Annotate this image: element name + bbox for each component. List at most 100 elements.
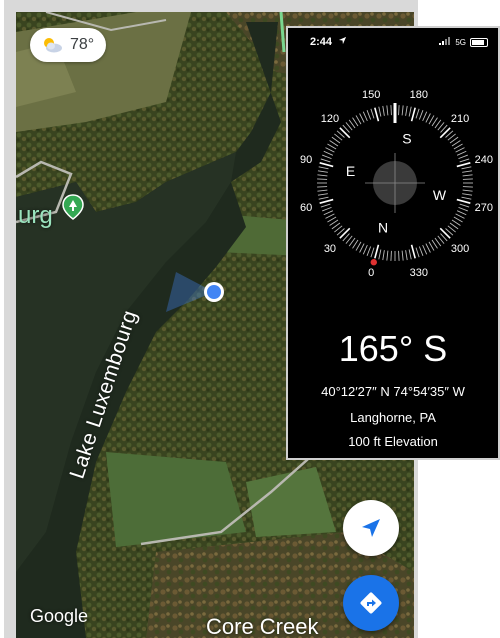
cardinal-north: N	[378, 219, 388, 235]
degree-label: 30	[324, 243, 336, 255]
dial-tick	[382, 105, 385, 116]
dial-tick	[318, 196, 329, 200]
dial-tick	[359, 113, 365, 123]
dial-tick	[410, 244, 416, 259]
north-marker	[370, 259, 377, 266]
dial-tick	[439, 127, 451, 139]
dial-tick	[325, 213, 335, 219]
dial-tick	[329, 219, 339, 226]
heading-readout: 165° S	[338, 328, 448, 369]
dial-tick	[378, 249, 382, 260]
dial-tick	[405, 250, 408, 261]
dial-tick	[317, 193, 328, 196]
my-location-button[interactable]	[343, 500, 399, 556]
dial-tick	[455, 213, 465, 219]
dial-tick	[418, 246, 424, 256]
dial-tick	[415, 108, 420, 119]
compass-screen: 2:44 5G 0 30 60 90 120 150 180 210 240 270 300 330 N…	[286, 26, 500, 460]
dial-tick	[366, 110, 372, 120]
dial-tick	[322, 154, 332, 160]
dial-tick	[382, 250, 385, 261]
dial-tick	[431, 239, 438, 249]
dial-tick	[352, 117, 359, 127]
dial-tick	[362, 244, 368, 255]
dial-tick	[408, 106, 412, 117]
dial-tick	[318, 166, 329, 170]
degree-label: 180	[410, 89, 428, 101]
dial-tick	[355, 241, 362, 251]
dial-tick	[390, 250, 392, 261]
compass-dial[interactable]: 0 30 60 90 120 150 180 210 240 270 300 330 N E S W	[288, 78, 500, 328]
dial-tick	[418, 110, 424, 120]
dial-tick	[370, 108, 375, 119]
dial-tick	[325, 147, 335, 153]
dial-tick	[386, 250, 389, 261]
degree-label: 270	[475, 202, 493, 214]
dial-tick	[398, 250, 400, 261]
dial-tick	[317, 170, 328, 173]
degree-label: 330	[410, 267, 428, 279]
dial-tick	[327, 143, 337, 150]
dial-tick	[462, 189, 473, 192]
cardinal-east: E	[346, 163, 355, 179]
degree-label: 210	[451, 113, 469, 125]
dial-tick	[319, 198, 334, 204]
dial-tick	[456, 150, 467, 156]
dial-tick	[359, 243, 365, 253]
partly-cloudy-icon	[40, 35, 64, 55]
dial-tick	[451, 140, 461, 147]
degree-label: 240	[475, 154, 493, 166]
dial-tick	[455, 147, 465, 153]
dial-tick	[317, 189, 328, 192]
dial-tick	[322, 206, 332, 212]
dial-tick	[366, 246, 372, 256]
dial-tick	[428, 241, 435, 251]
weather-chip[interactable]: 78°	[30, 28, 107, 62]
google-attribution: Google	[30, 606, 89, 626]
dial-tick	[425, 113, 431, 123]
dial-tick	[408, 249, 412, 260]
dial-tick	[362, 111, 368, 122]
dial-tick	[456, 162, 471, 168]
status-time: 2:44	[310, 36, 333, 48]
degree-label: 60	[300, 202, 312, 214]
coordinates-readout: 40°12′27″ N 74°54′35″ W	[321, 384, 465, 399]
degree-label: 300	[451, 243, 469, 255]
park-pin-icon[interactable]	[62, 194, 84, 220]
dial-tick	[461, 196, 472, 200]
battery-icon	[470, 37, 488, 47]
directions-button[interactable]	[343, 575, 399, 631]
navigation-arrow-icon	[362, 519, 380, 537]
dial-tick	[378, 106, 382, 117]
core-creek-label: Core Creek	[206, 614, 319, 638]
dial-tick	[401, 105, 404, 116]
dial-tick	[401, 250, 404, 261]
dial-tick	[422, 111, 428, 122]
dial-tick	[462, 174, 473, 177]
dial-tick	[405, 105, 408, 116]
elevation-readout: 100 ft Elevation	[348, 434, 438, 449]
dial-tick	[456, 210, 467, 216]
dial-tick	[462, 193, 473, 196]
dial-tick	[422, 244, 428, 255]
dial-tick	[374, 244, 380, 259]
cardinal-west: W	[433, 187, 447, 203]
dial-tick	[425, 243, 431, 253]
dial-tick	[461, 166, 472, 170]
dial-tick	[319, 162, 334, 168]
dial-tick	[374, 107, 380, 122]
city-readout: Langhorne, PA	[350, 410, 436, 425]
dial-tick	[323, 210, 334, 216]
dial-tick	[370, 247, 375, 258]
degree-label: 120	[321, 113, 339, 125]
dial-tick	[317, 178, 328, 180]
directions-icon	[360, 592, 382, 614]
dial-tick	[453, 216, 463, 223]
place-label[interactable]: urg	[18, 202, 53, 230]
dial-tick	[390, 105, 392, 116]
location-arrow-icon	[338, 36, 347, 48]
dial-tick	[320, 203, 331, 208]
dial-tick	[317, 186, 328, 188]
dial-tick	[327, 216, 337, 223]
dial-tick	[428, 115, 435, 125]
